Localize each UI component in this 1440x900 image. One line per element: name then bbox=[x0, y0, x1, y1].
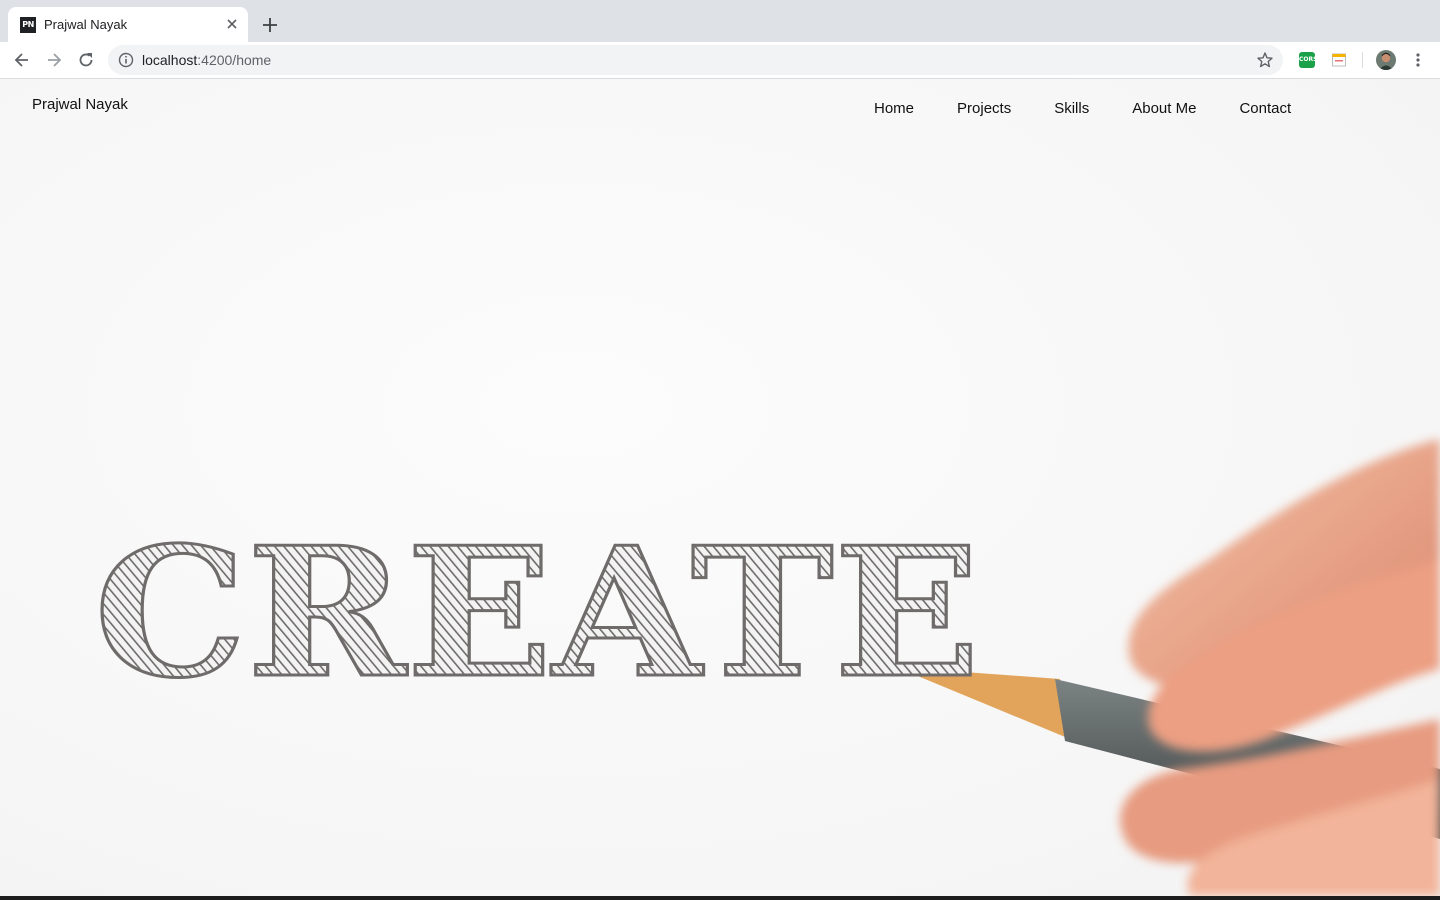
main-nav: Home Projects Skills About Me Contact bbox=[874, 100, 1334, 117]
tab-title: Prajwal Nayak bbox=[44, 17, 128, 32]
url-host: localhost bbox=[142, 52, 198, 68]
address-bar[interactable]: localhost:4200/home bbox=[108, 45, 1283, 75]
bookmark-star-icon[interactable] bbox=[1256, 51, 1274, 69]
hero-create-text: CREATE bbox=[93, 515, 982, 690]
close-tab-icon[interactable] bbox=[224, 16, 240, 32]
toolbar-separator bbox=[1362, 52, 1363, 68]
new-tab-icon[interactable] bbox=[260, 15, 280, 35]
site-brand[interactable]: Prajwal Nayak bbox=[32, 96, 128, 113]
hand-illustration bbox=[1120, 439, 1440, 896]
back-arrow-icon[interactable] bbox=[12, 50, 32, 70]
hero-word: CREATE bbox=[94, 515, 980, 690]
window-bottom-edge bbox=[0, 896, 1440, 900]
nav-contact[interactable]: Contact bbox=[1239, 100, 1291, 117]
reload-icon[interactable] bbox=[76, 50, 96, 70]
nav-skills[interactable]: Skills bbox=[1054, 100, 1089, 117]
extension-icon[interactable] bbox=[1331, 52, 1347, 68]
hero-background-image bbox=[896, 439, 1440, 896]
browser-tab[interactable]: PN Prajwal Nayak bbox=[8, 7, 248, 42]
site-info-icon[interactable] bbox=[118, 52, 134, 68]
profile-avatar[interactable] bbox=[1376, 50, 1396, 70]
page-viewport: Prajwal Nayak Home Projects Skills About… bbox=[0, 79, 1440, 896]
cors-extension-icon[interactable]: CORS bbox=[1299, 52, 1317, 68]
url-path: :4200/home bbox=[197, 52, 272, 68]
browser-tab-strip: PN Prajwal Nayak bbox=[0, 0, 1440, 42]
browser-toolbar: localhost:4200/home CORS bbox=[0, 42, 1440, 79]
more-menu-icon[interactable] bbox=[1410, 50, 1426, 70]
nav-projects[interactable]: Projects bbox=[957, 100, 1011, 117]
nav-home[interactable]: Home bbox=[874, 100, 914, 117]
url-text[interactable]: localhost:4200/home bbox=[142, 52, 271, 68]
forward-arrow-icon[interactable] bbox=[44, 50, 64, 70]
nav-about-me[interactable]: About Me bbox=[1132, 100, 1196, 117]
site-favicon-icon: PN bbox=[20, 17, 36, 33]
